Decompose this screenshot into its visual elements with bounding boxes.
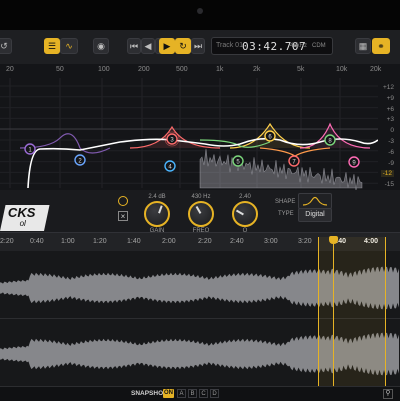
playhead[interactable] bbox=[333, 237, 334, 386]
snapshot-label: SNAPSHOT bbox=[131, 390, 168, 397]
snapshot-slot-c[interactable]: C bbox=[199, 389, 208, 398]
freq-tick-label: 500 bbox=[176, 66, 188, 73]
freq-tick-label: 100 bbox=[98, 66, 110, 73]
timeline-tick: 2:20 bbox=[0, 238, 14, 245]
bell-shape-icon bbox=[302, 196, 328, 206]
db-tick-label: +3 bbox=[386, 116, 394, 124]
db-tick-label: 0 bbox=[390, 127, 394, 135]
view-icon[interactable]: ▦ bbox=[355, 38, 371, 54]
freq-tick-label: 10k bbox=[336, 66, 348, 73]
freq-value: 430 Hz bbox=[191, 194, 211, 200]
toolbar: ↺ ☰ ∿ ◉ ⏮ ◀ ■ ▶ ↻ ⏭ Track 01 03:42.707 4… bbox=[0, 30, 400, 65]
q-knob-group: 2.40 Q bbox=[228, 194, 262, 234]
band-curve bbox=[259, 147, 331, 157]
eq-band-node[interactable]: 6 bbox=[264, 130, 276, 142]
db-tick-label: -12 bbox=[380, 170, 394, 178]
db-tick-label: -9 bbox=[388, 159, 394, 167]
db-tick-label: -15 bbox=[384, 181, 394, 189]
db-tick-label: -3 bbox=[388, 138, 394, 145]
timeline-tick: 1:40 bbox=[127, 238, 141, 245]
spectrum bbox=[199, 148, 363, 191]
play-button[interactable]: ▶ bbox=[159, 38, 175, 54]
camera-icon bbox=[197, 8, 203, 14]
bottom-bar: SNAPSHOT ON A B C D ⚲ bbox=[0, 386, 400, 401]
gain-knob[interactable] bbox=[144, 201, 170, 227]
eq-curve-button[interactable]: ∿ bbox=[60, 38, 78, 54]
timeline-tick: 1:20 bbox=[93, 238, 107, 245]
freq-tick-label: 20k bbox=[370, 66, 382, 73]
app-logo: CKS ol bbox=[0, 205, 50, 231]
eq-band-node[interactable]: 3 bbox=[166, 133, 178, 145]
format-label: CDM bbox=[312, 43, 326, 49]
timeline-tick: 3:20 bbox=[298, 238, 312, 245]
playhead-handle[interactable] bbox=[329, 236, 338, 244]
eq-band-node[interactable]: 9 bbox=[348, 156, 360, 168]
record-icon[interactable]: ◉ bbox=[93, 38, 109, 54]
eq-band-node[interactable]: 5 bbox=[232, 155, 244, 167]
timeline-tick: 2:00 bbox=[162, 238, 176, 245]
gain-knob-group: 2.4 dB GAIN bbox=[140, 194, 174, 234]
band-power-icon[interactable] bbox=[118, 196, 128, 206]
sample-rate: 48kHz bbox=[290, 43, 308, 49]
zoom-icon[interactable]: ⚲ bbox=[383, 389, 393, 399]
compare-button[interactable]: ⚭ bbox=[372, 38, 390, 54]
previous-icon[interactable]: ◀ bbox=[141, 38, 155, 54]
gain-value: 2.4 dB bbox=[148, 194, 166, 200]
selection-region[interactable] bbox=[318, 237, 386, 386]
q-knob[interactable] bbox=[232, 201, 258, 227]
list-view-button[interactable]: ☰ bbox=[44, 38, 60, 54]
timeline-tick: 2:20 bbox=[198, 238, 212, 245]
band-delete-icon[interactable]: × bbox=[118, 211, 128, 221]
db-tick-label: +9 bbox=[386, 94, 394, 102]
snapshot-slot-b[interactable]: B bbox=[188, 389, 197, 398]
eq-band-node[interactable]: 2 bbox=[74, 154, 86, 166]
type-selector[interactable]: Digital bbox=[298, 208, 332, 222]
timeline-tick: 2:40 bbox=[230, 238, 244, 245]
shape-label: SHAPE bbox=[275, 199, 296, 205]
freq-tick-label: 2k bbox=[253, 66, 261, 73]
device-bezel bbox=[0, 0, 400, 30]
freq-knob[interactable] bbox=[188, 201, 214, 227]
db-tick-label: -6 bbox=[388, 148, 394, 156]
eq-band-node[interactable]: 7 bbox=[288, 155, 300, 167]
db-tick-label: +6 bbox=[386, 105, 394, 113]
time-display: Track 01 03:42.707 48kHz CDM bbox=[211, 37, 333, 55]
freq-tick-label: 20 bbox=[6, 66, 14, 73]
snapshot-slot-d[interactable]: D bbox=[210, 389, 219, 398]
eq-band-node[interactable]: 1 bbox=[24, 143, 36, 155]
timeline-tick: 0:40 bbox=[30, 238, 44, 245]
logo-text: CKS bbox=[7, 205, 36, 220]
freq-tick-label: 5k bbox=[297, 66, 305, 73]
snapshot-toggle[interactable]: ON bbox=[163, 389, 174, 398]
rewind-icon[interactable]: ⏮ bbox=[127, 38, 141, 54]
track-label: Track 01 bbox=[216, 42, 243, 49]
eq-band-node[interactable]: 8 bbox=[324, 134, 336, 146]
eq-band-node[interactable]: 4 bbox=[164, 160, 176, 172]
fast-forward-icon[interactable]: ⏭ bbox=[191, 38, 205, 54]
loop-button[interactable]: ↻ bbox=[175, 38, 191, 54]
freq-tick-label: 200 bbox=[138, 66, 150, 73]
freq-tick-label: 1k bbox=[216, 66, 224, 73]
undo-icon[interactable]: ↺ bbox=[0, 38, 12, 54]
q-value: 2.40 bbox=[239, 194, 251, 200]
timeline-tick: 1:00 bbox=[61, 238, 75, 245]
db-tick-label: +12 bbox=[382, 84, 394, 91]
timeline-tick: 3:00 bbox=[264, 238, 278, 245]
type-label: TYPE bbox=[278, 211, 294, 217]
snapshot-slot-a[interactable]: A bbox=[177, 389, 186, 398]
freq-tick-label: 50 bbox=[56, 66, 64, 73]
logo-subtext: ol bbox=[19, 219, 26, 228]
freq-knob-group: 430 Hz FREQ bbox=[184, 194, 218, 234]
shape-selector[interactable] bbox=[298, 193, 332, 209]
